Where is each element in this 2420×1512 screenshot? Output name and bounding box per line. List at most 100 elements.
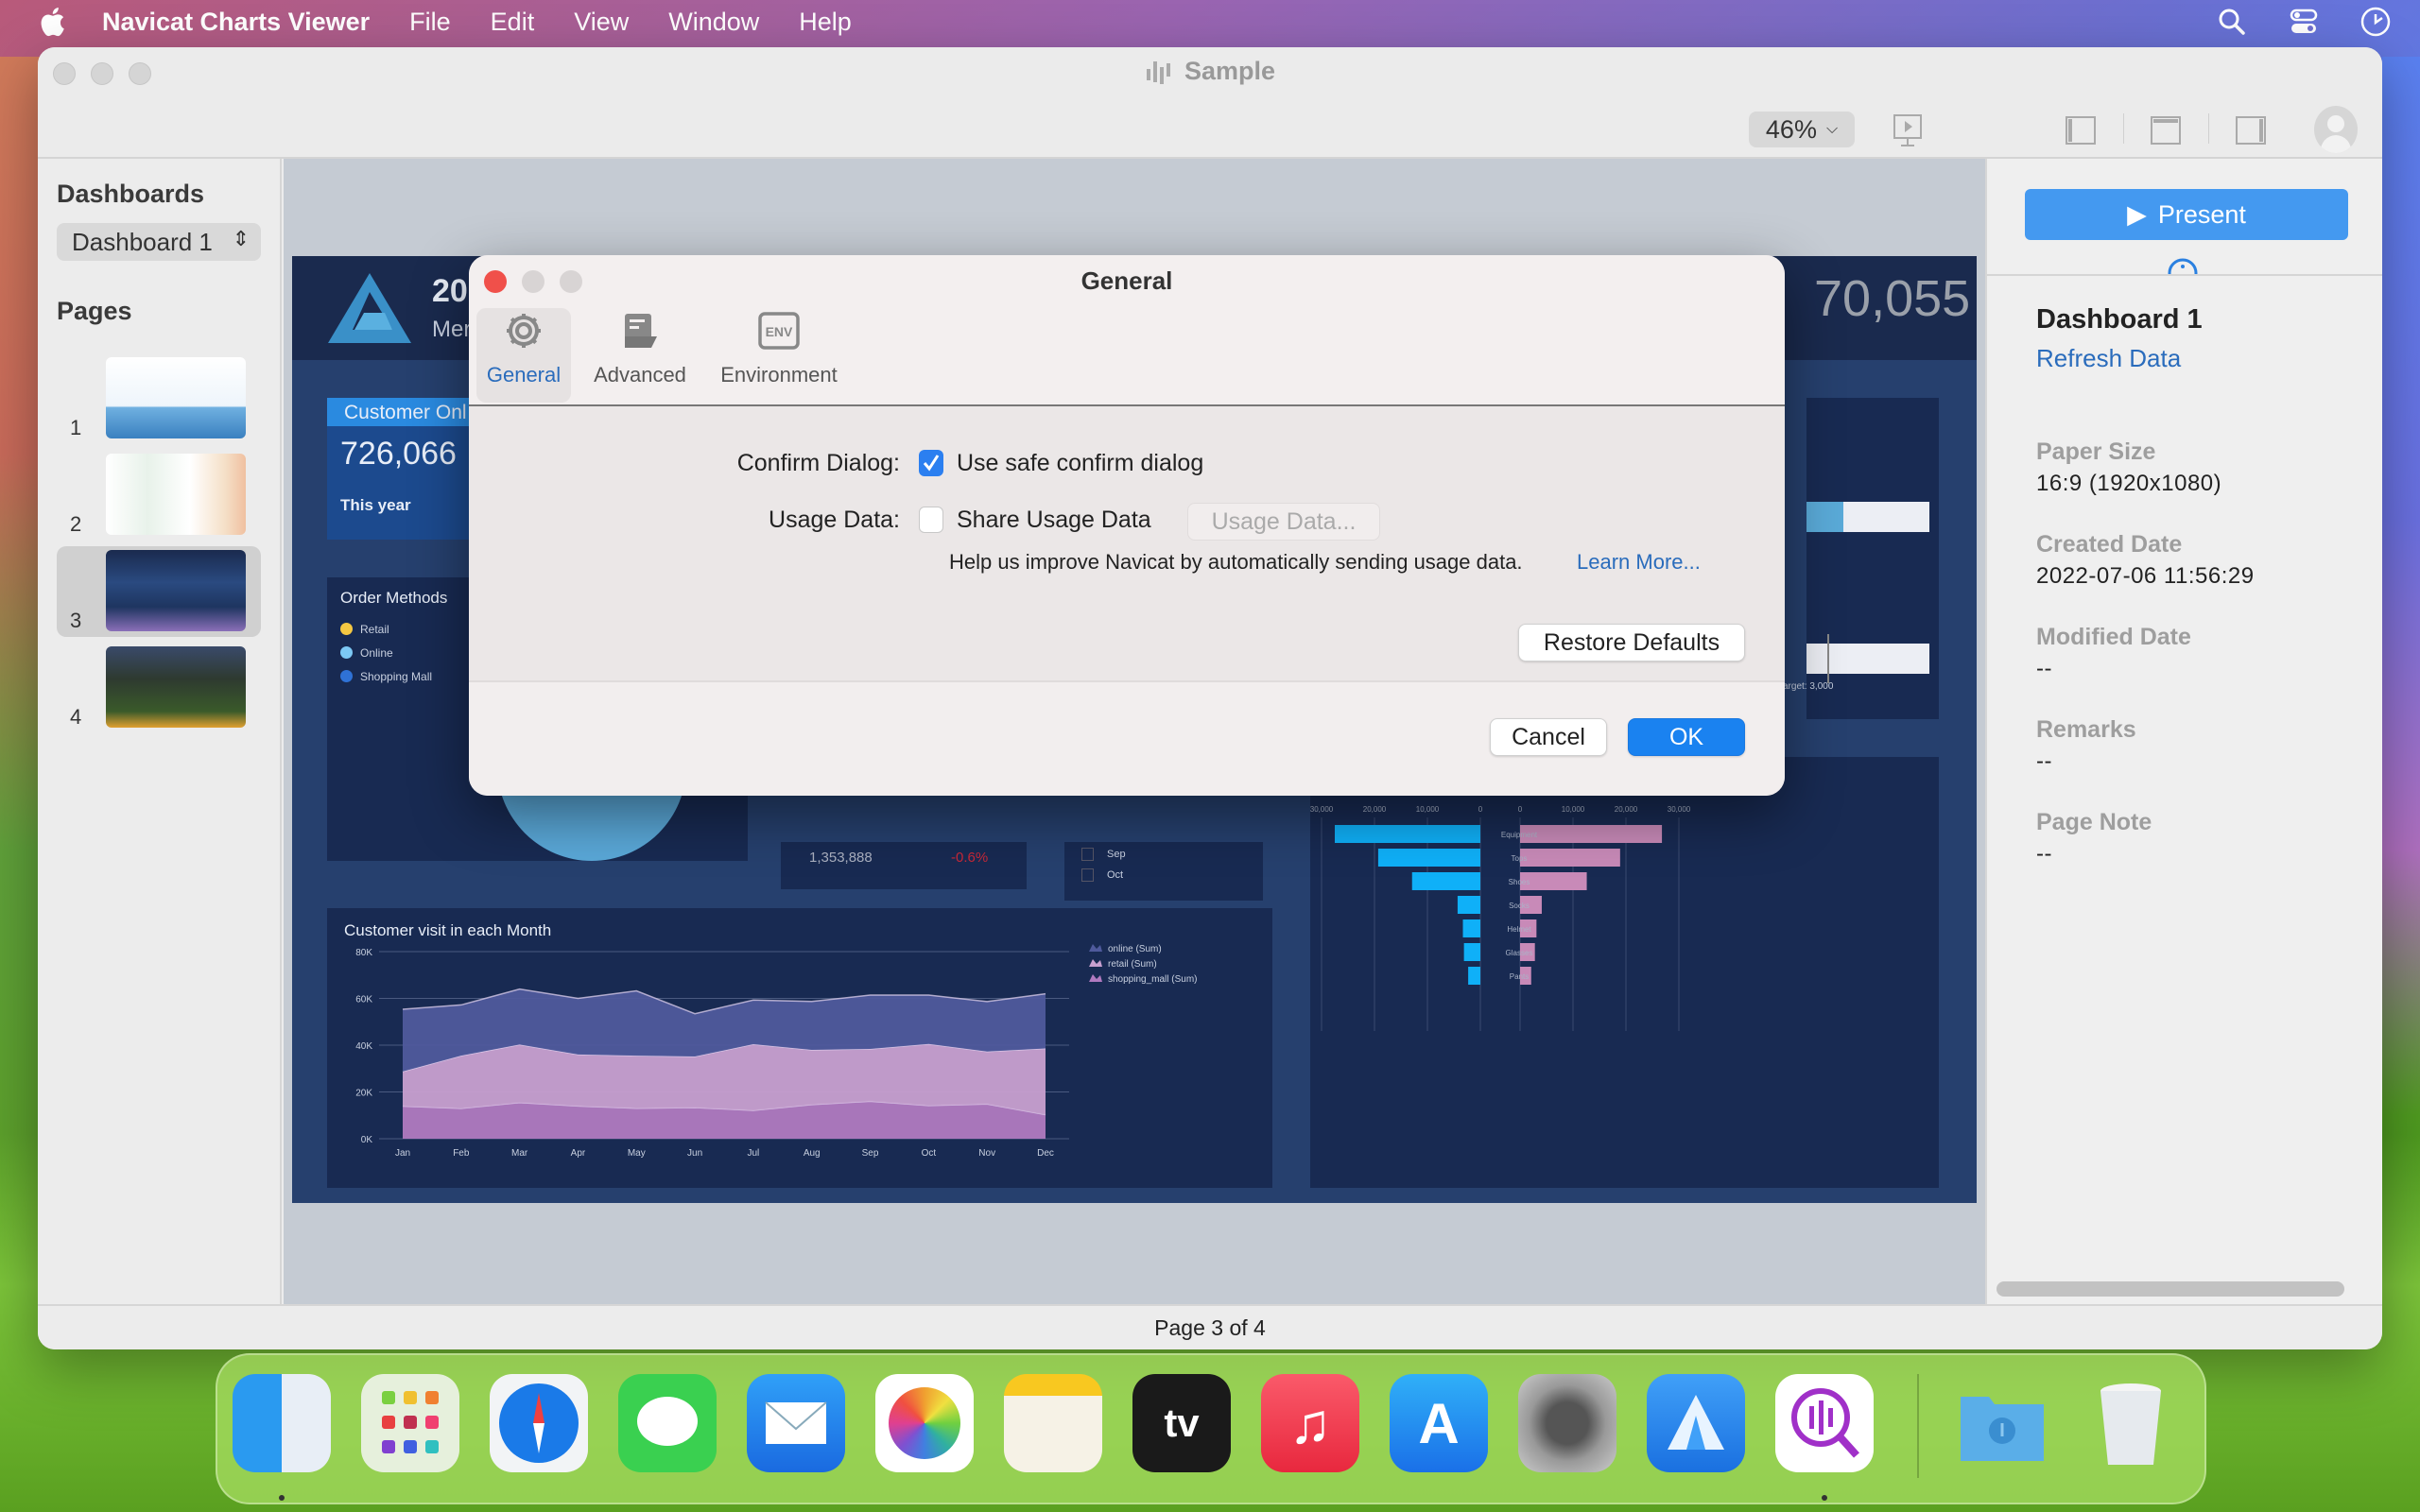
clock-icon[interactable]	[2360, 6, 2392, 38]
control-center-icon[interactable]	[2288, 6, 2320, 38]
bar-male-equipment	[1335, 825, 1480, 843]
field-value: 2022-07-06 11:56:29	[2036, 563, 2255, 589]
app-menu[interactable]: Navicat Charts Viewer	[102, 8, 370, 37]
month-checkbox[interactable]	[1081, 848, 1094, 861]
dock-safari-icon[interactable]	[490, 1374, 588, 1472]
area-chart: 0K 20K 40K 60K 80K Jan Feb Mar Apr May Jun Jul Aug Se…	[355, 944, 1198, 1159]
dock-downloads-folder-icon[interactable]	[1953, 1374, 2051, 1472]
safe-confirm-option-label[interactable]: Use safe confirm dialog	[957, 450, 1203, 477]
x-tick-label: 0	[1518, 805, 1523, 814]
month-filter-panel: Sep Oct	[1064, 842, 1263, 901]
dialog-toolbar: General General Advanced ENV Environment	[469, 255, 1785, 406]
present-label: Present	[2157, 199, 2246, 229]
share-usage-option-label[interactable]: Share Usage Data	[957, 507, 1151, 534]
user-avatar-icon[interactable]	[2314, 106, 2358, 153]
dock-navicat-icon[interactable]	[1647, 1374, 1745, 1472]
dashboard-subtitle: Mer	[432, 317, 472, 342]
running-indicator	[279, 1495, 285, 1501]
right-sidebar-toggle-icon[interactable]	[2232, 112, 2270, 149]
share-usage-checkbox[interactable]	[919, 507, 943, 533]
dock-finder-icon[interactable]	[233, 1374, 331, 1472]
apple-menu-icon[interactable]	[38, 7, 66, 37]
usage-data-button[interactable]: Usage Data...	[1187, 503, 1380, 541]
x-tick-label: Jun	[687, 1148, 702, 1159]
dock-messages-icon[interactable]	[618, 1374, 717, 1472]
zoom-level-dropdown[interactable]: 46% ⌵	[1749, 112, 1855, 147]
tab-general[interactable]: General	[476, 308, 571, 403]
card-period: This year	[340, 496, 411, 514]
tab-advanced[interactable]: Advanced	[588, 308, 692, 403]
page-number: 3	[70, 609, 82, 632]
x-tick-label: Apr	[571, 1148, 586, 1159]
sales-by-category-chart-panel: MaleFemaleSalesSalesCategory0010,00010,0…	[1310, 757, 1939, 1188]
field-value: --	[2036, 841, 2052, 867]
refresh-data-link[interactable]: Refresh Data	[2036, 344, 2181, 373]
top-bar-toggle-icon[interactable]	[2147, 112, 2185, 149]
dock-mail-icon[interactable]	[747, 1374, 845, 1472]
bar-female-equipment	[1520, 825, 1663, 843]
dock-trash-icon[interactable]	[2082, 1374, 2180, 1472]
dock-system-settings-icon[interactable]	[1518, 1374, 1616, 1472]
month-label: Sep	[1107, 849, 1126, 860]
dock-appstore-icon[interactable]: A	[1390, 1374, 1488, 1472]
field-label: Page Note	[2036, 809, 2152, 835]
dock-appletv-icon[interactable]: tv	[1132, 1374, 1231, 1472]
document-title: Sample	[1184, 57, 1276, 85]
safe-confirm-checkbox[interactable]	[919, 450, 943, 476]
dock-launchpad-icon[interactable]	[361, 1374, 459, 1472]
page-thumbnail-4[interactable]: 4	[57, 643, 261, 733]
x-tick-label: Dec	[1037, 1148, 1054, 1159]
page-thumbnail-3[interactable]: 3	[57, 546, 261, 637]
ok-button[interactable]: OK	[1628, 718, 1745, 756]
month-filter-item[interactable]: Oct	[1081, 868, 1123, 882]
category-label: Pants	[1510, 972, 1529, 981]
dock-music-icon[interactable]: ♫	[1261, 1374, 1359, 1472]
x-tick-label: Sep	[862, 1148, 879, 1159]
dock-notes-icon[interactable]	[1004, 1374, 1102, 1472]
present-monitor-icon[interactable]	[1889, 112, 1927, 149]
menu-help[interactable]: Help	[799, 8, 852, 37]
dock-navicat-charts-viewer-icon[interactable]	[1775, 1374, 1874, 1472]
chevron-down-icon: ⌵	[1825, 121, 1839, 137]
field-value: 16:9 (1920x1080)	[2036, 471, 2222, 496]
pages-heading: Pages	[57, 297, 132, 325]
sales-kpi-change: -0.6%	[951, 850, 989, 866]
horizontal-scrollbar[interactable]	[1996, 1281, 2344, 1297]
x-tick-label: May	[628, 1148, 646, 1159]
y-tick-label: 20K	[355, 1089, 372, 1099]
title-bar: Sample 46% ⌵	[38, 47, 2382, 159]
learn-more-link[interactable]: Learn More...	[1577, 550, 1701, 575]
menu-window[interactable]: Window	[668, 8, 759, 37]
info-icon[interactable]	[2167, 257, 2199, 276]
dashboard-total: 70,055	[1814, 270, 1971, 327]
x-tick-label: Feb	[453, 1148, 470, 1159]
menu-file[interactable]: File	[409, 8, 451, 37]
dock-photos-icon[interactable]	[875, 1374, 974, 1472]
target-progress-panel: Target: 3,000	[1778, 398, 1939, 719]
menu-edit[interactable]: Edit	[491, 8, 535, 37]
dialog-title: General	[1080, 266, 1173, 295]
usage-help-text: Help us improve Navicat by automatically…	[949, 550, 1523, 574]
menu-view[interactable]: View	[574, 8, 629, 37]
usage-data-label: Usage Data:	[769, 507, 900, 533]
tab-environment[interactable]: ENV Environment	[713, 308, 845, 403]
page-thumbnail-image	[106, 646, 246, 728]
legend-label: retail (Sum)	[1108, 959, 1157, 970]
page-thumbnail-2[interactable]: 2	[57, 450, 261, 541]
present-button[interactable]: ▶ Present	[2025, 189, 2348, 240]
confirm-dialog-label: Confirm Dialog:	[736, 450, 900, 476]
toolbar-separator	[2123, 113, 2124, 144]
page-thumbnail-1[interactable]: 1	[57, 353, 261, 444]
cancel-button[interactable]: Cancel	[1490, 718, 1607, 756]
month-filter-item[interactable]: Sep	[1081, 848, 1126, 861]
field-label: Modified Date	[2036, 624, 2191, 650]
dashboard-selector[interactable]: Dashboard 1 ⇕	[57, 223, 261, 261]
dashboard-title: 20	[432, 273, 468, 309]
month-checkbox[interactable]	[1081, 868, 1094, 882]
search-icon[interactable]	[2216, 6, 2248, 38]
updown-chevron-icon: ⇕	[232, 227, 250, 250]
left-sidebar-toggle-icon[interactable]	[2062, 112, 2100, 149]
sidebar: Dashboards Dashboard 1 ⇕ Pages 1 2 3 4	[38, 159, 282, 1304]
bar-male-glasses	[1463, 943, 1480, 961]
restore-defaults-button[interactable]: Restore Defaults	[1518, 624, 1745, 662]
